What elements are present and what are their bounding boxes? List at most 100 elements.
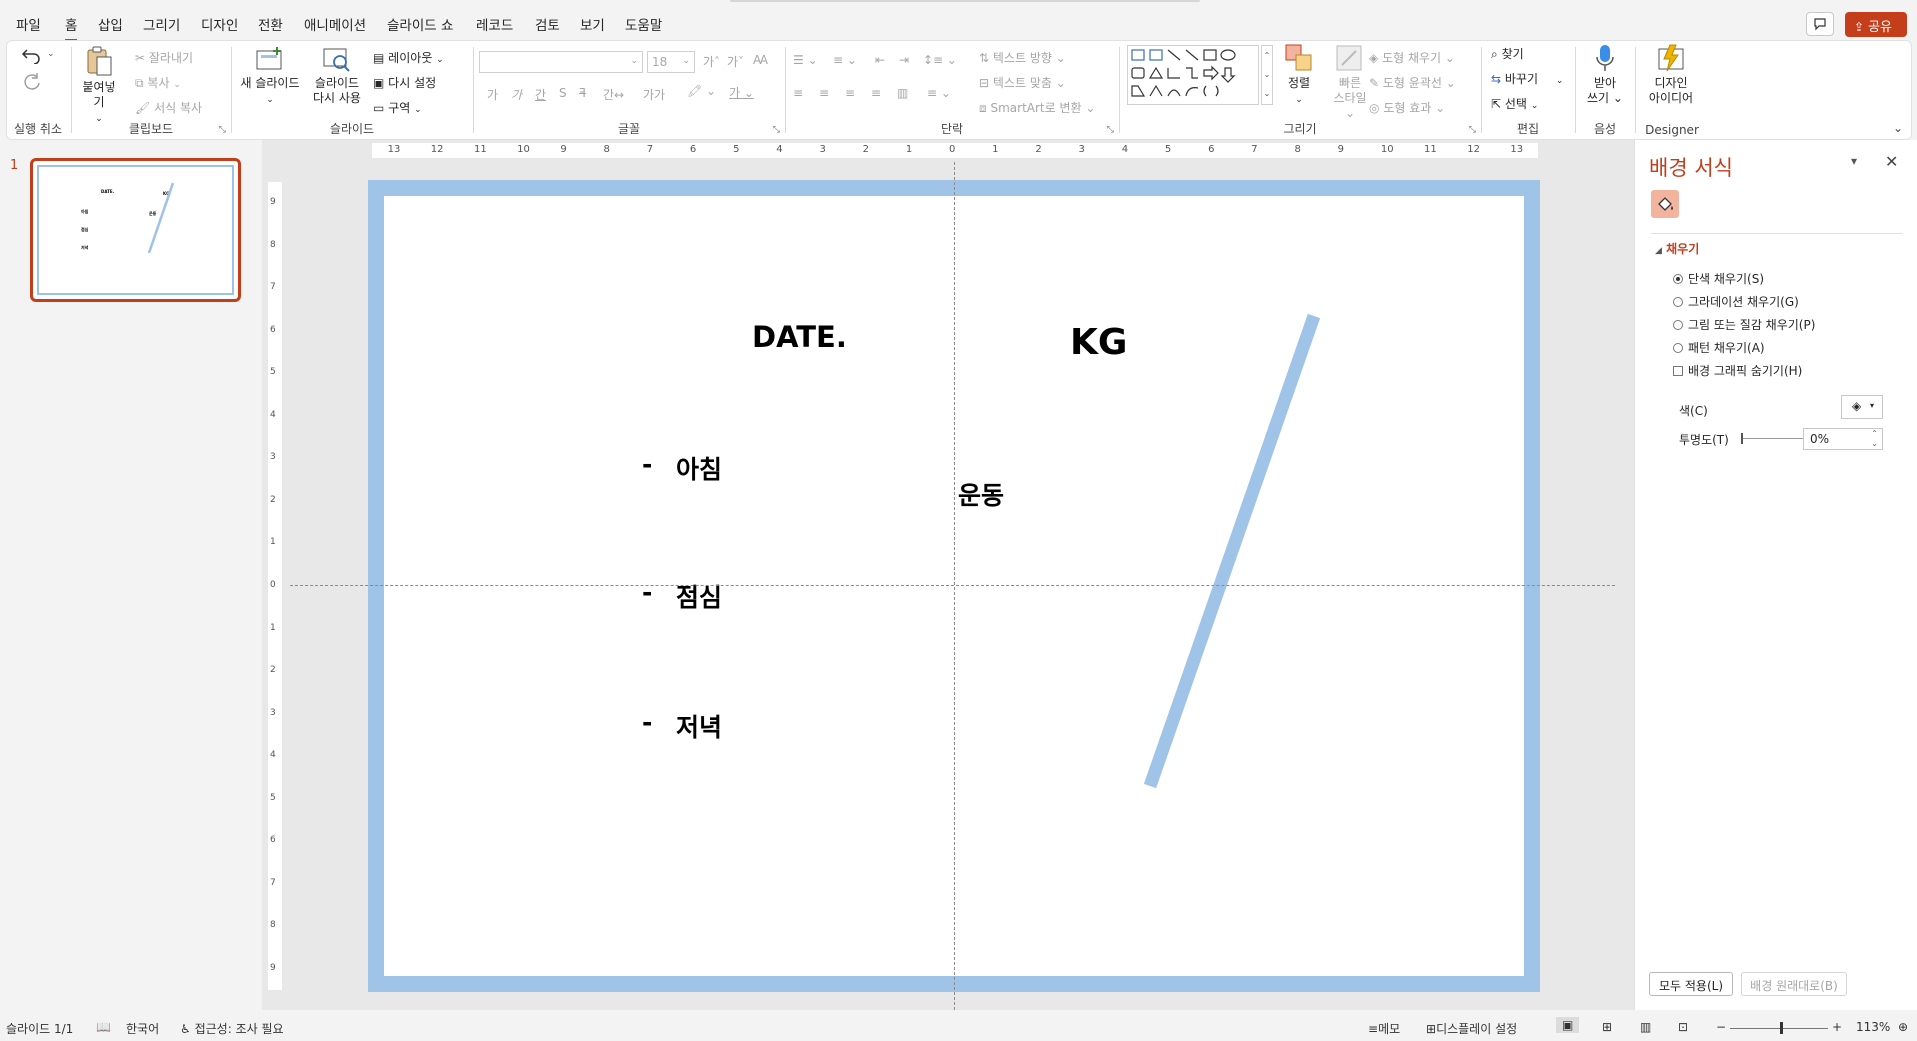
- tab-home[interactable]: 홈: [65, 14, 78, 42]
- language[interactable]: 한국어: [126, 1020, 159, 1037]
- tab-draw[interactable]: 그리기: [143, 14, 180, 34]
- transparency-slider-handle[interactable]: [1741, 433, 1743, 444]
- bullets-icon[interactable]: ☰ ⌄: [793, 53, 818, 67]
- decrease-indent-icon[interactable]: ⇤: [875, 53, 885, 67]
- tab-insert[interactable]: 삽입: [98, 14, 123, 34]
- char-spacing-icon[interactable]: 간↔: [603, 86, 624, 103]
- highlight-icon[interactable]: 🖍 ⌄: [687, 84, 716, 98]
- exercise-text[interactable]: 운동: [958, 476, 1004, 512]
- new-slide-button[interactable]: 새 슬라이드 ⌄: [237, 45, 303, 108]
- dialog-launcher-icon[interactable]: ⤡: [219, 125, 226, 135]
- diagonal-line[interactable]: [1143, 313, 1321, 789]
- breakfast-text[interactable]: 아침: [676, 450, 722, 486]
- accessibility-status[interactable]: ♿ 접근성: 조사 필요: [180, 1020, 284, 1037]
- reset-background-button[interactable]: 배경 원래대로(B): [1741, 972, 1847, 996]
- grow-font-icon[interactable]: 가ˆ: [703, 53, 720, 70]
- fill-color-picker[interactable]: ◈ ▾: [1841, 395, 1883, 419]
- tab-slideshow[interactable]: 슬라이드 쇼: [387, 14, 453, 34]
- layout-button[interactable]: ▤ 레이아웃 ⌄: [373, 49, 444, 66]
- horizontal-ruler[interactable]: 13 12 11 10 9 8 7 6 5 4 3 2 1 0 1 2 3 4 5 6 7 8 9 10 11 12 13: [372, 143, 1538, 158]
- underline-icon[interactable]: 간: [535, 86, 546, 103]
- dialog-launcher-icon[interactable]: ⤡: [773, 125, 780, 135]
- shapes-gallery[interactable]: [1127, 45, 1259, 105]
- undo-dropdown-icon[interactable]: ⌄: [47, 49, 55, 59]
- pattern-fill-radio[interactable]: 패턴 채우기(A): [1673, 339, 1765, 356]
- zoom-slider-handle[interactable]: [1780, 1022, 1783, 1034]
- copy-button[interactable]: ⧉ 복사 ⌄: [135, 74, 181, 91]
- zoom-slider[interactable]: [1730, 1028, 1828, 1029]
- paste-button[interactable]: 붙여넣기 ⌄: [77, 45, 121, 127]
- gallery-scroll[interactable]: ⌃ ⌄ ⌄: [1261, 45, 1273, 105]
- shape-effects-button[interactable]: ◎ 도형 효과 ⌄: [1369, 99, 1445, 116]
- reuse-slides-button[interactable]: 슬라이드 다시 사용: [309, 45, 365, 106]
- cut-button[interactable]: ✂ 잘라내기: [135, 49, 193, 66]
- dialog-launcher-icon[interactable]: ⤡: [1469, 125, 1476, 135]
- share-button[interactable]: ⇪ 공유: [1845, 12, 1907, 37]
- spelling-icon[interactable]: 📖: [96, 1020, 111, 1034]
- replace-button[interactable]: ⇆ 바꾸기 ⌄: [1491, 70, 1563, 87]
- dialog-launcher-icon[interactable]: ⤡: [1107, 125, 1114, 135]
- picture-fill-radio[interactable]: 그림 또는 질감 채우기(P): [1673, 316, 1815, 333]
- shape-fill-button[interactable]: ◈ 도형 채우기 ⌄: [1369, 49, 1455, 66]
- line-spacing-icon[interactable]: ↕≡ ⌄: [923, 53, 957, 67]
- align-text-button[interactable]: ⊟ 텍스트 맞춤 ⌄: [979, 74, 1066, 91]
- fill-section-header[interactable]: ◢ 채우기: [1655, 240, 1699, 257]
- tab-view[interactable]: 보기: [580, 14, 605, 34]
- dinner-text[interactable]: 저녁: [676, 708, 722, 744]
- display-settings-button[interactable]: ⊞디스플레이 설정: [1426, 1020, 1517, 1037]
- strikethrough-icon[interactable]: ꟻ: [579, 86, 586, 100]
- find-button[interactable]: ⌕ 찾기: [1491, 45, 1524, 62]
- comments-button[interactable]: [1806, 12, 1834, 36]
- slideshow-button[interactable]: ⊡: [1678, 1020, 1688, 1034]
- solid-fill-radio[interactable]: 단색 채우기(S): [1673, 270, 1764, 287]
- italic-icon[interactable]: 가: [511, 86, 522, 103]
- smartart-button[interactable]: ⧈ SmartArt로 변환 ⌄: [979, 99, 1095, 116]
- horizontal-guide[interactable]: [290, 585, 1615, 586]
- align-menu-icon[interactable]: ≡ ⌄: [927, 86, 951, 100]
- format-painter-button[interactable]: 🖌 서식 복사: [135, 99, 202, 116]
- zoom-level[interactable]: 113%: [1856, 1020, 1890, 1034]
- clear-format-icon[interactable]: Ꜳ: [753, 53, 768, 67]
- transparency-input[interactable]: 0% ⌃ ⌄: [1803, 428, 1883, 450]
- shrink-font-icon[interactable]: 가ˇ: [727, 53, 744, 70]
- font-name-combo[interactable]: ⌄: [479, 51, 643, 73]
- design-ideas-button[interactable]: 디자인 아이디어: [1639, 43, 1703, 106]
- columns-icon[interactable]: ▥: [897, 86, 908, 100]
- kg-text[interactable]: KG: [1070, 322, 1127, 363]
- hide-graphics-checkbox[interactable]: 배경 그래픽 숨기기(H): [1673, 362, 1802, 379]
- undo-icon[interactable]: [21, 46, 43, 64]
- collapse-ribbon-icon[interactable]: ⌄: [1893, 121, 1903, 135]
- shadow-icon[interactable]: S: [559, 86, 567, 100]
- increase-indent-icon[interactable]: ⇥: [899, 53, 909, 67]
- font-size-combo[interactable]: 18 ⌄: [647, 51, 695, 73]
- date-text[interactable]: DATE.: [752, 320, 847, 354]
- reset-button[interactable]: ▣ 다시 설정: [373, 74, 436, 91]
- justify-icon[interactable]: ≡: [871, 86, 881, 100]
- shape-outline-button[interactable]: ✎ 도형 윤곽선 ⌄: [1369, 74, 1456, 91]
- reading-view-button[interactable]: ▥: [1640, 1020, 1651, 1034]
- fit-slide-icon[interactable]: ⊕: [1898, 1020, 1908, 1034]
- align-left-icon[interactable]: ≡: [793, 86, 803, 100]
- normal-view-button[interactable]: ▣: [1556, 1017, 1580, 1033]
- zoom-out-button[interactable]: −: [1716, 1020, 1726, 1034]
- quick-styles-button[interactable]: 빠른 스타일 ⌄: [1327, 43, 1373, 121]
- tab-help[interactable]: 도움말: [625, 14, 662, 34]
- align-center-icon[interactable]: ≡: [819, 86, 829, 100]
- select-button[interactable]: ⇱ 선택 ⌄: [1491, 95, 1538, 112]
- tab-record[interactable]: 레코드: [476, 14, 513, 34]
- arrange-button[interactable]: 정렬 ⌄: [1277, 43, 1321, 108]
- gradient-fill-radio[interactable]: 그라데이션 채우기(G): [1673, 293, 1799, 310]
- close-icon[interactable]: ✕: [1885, 152, 1898, 171]
- tab-design[interactable]: 디자인: [201, 14, 238, 34]
- apply-all-button[interactable]: 모두 적용(L): [1649, 972, 1733, 996]
- fill-tab-button[interactable]: [1651, 190, 1679, 218]
- tab-transitions[interactable]: 전환: [258, 14, 283, 34]
- tab-file[interactable]: 파일: [16, 14, 41, 34]
- vertical-ruler[interactable]: 9 8 7 6 5 4 3 2 1 0 1 2 3 4 5 6 7 8 9: [268, 182, 282, 990]
- text-direction-button[interactable]: ⇅ 텍스트 방향 ⌄: [979, 49, 1066, 66]
- dictate-button[interactable]: 받아 쓰기 ⌄: [1581, 43, 1629, 106]
- bold-icon[interactable]: 가: [487, 86, 498, 103]
- diagonal-line-shape[interactable]: [1140, 308, 1330, 808]
- redo-icon[interactable]: [21, 71, 43, 93]
- align-right-icon[interactable]: ≡: [845, 86, 855, 100]
